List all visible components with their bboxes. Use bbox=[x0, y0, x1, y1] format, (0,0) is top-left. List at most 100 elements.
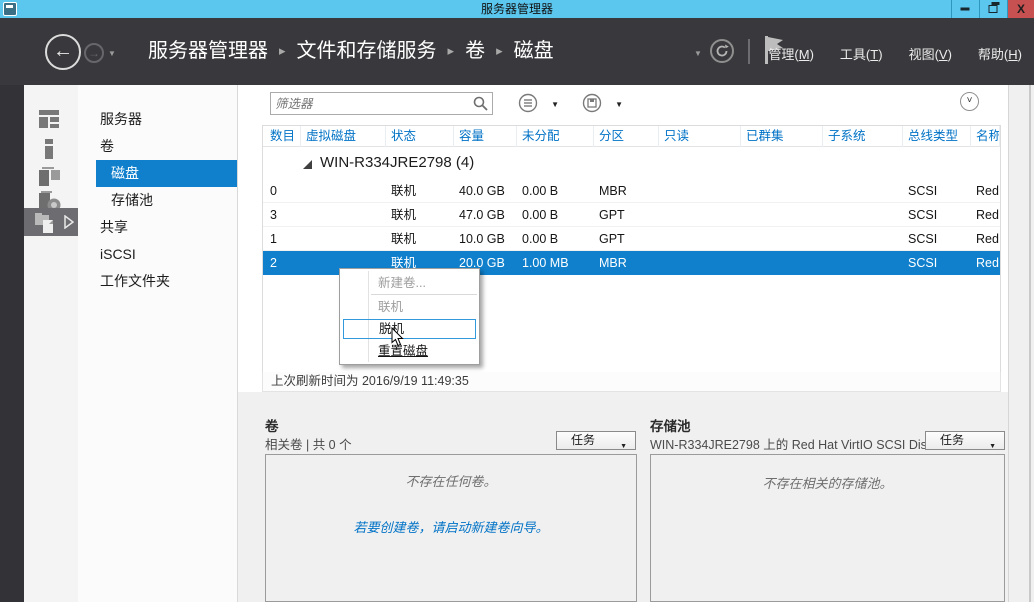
column-header-数目[interactable]: 数目 bbox=[265, 126, 301, 147]
volumes-panel-title: 卷 bbox=[265, 415, 279, 435]
left-dark-strip bbox=[0, 85, 24, 602]
column-header-子系统[interactable]: 子系统 bbox=[823, 126, 903, 147]
title-bar: 服务器管理器 X bbox=[0, 0, 1034, 18]
save-query-button[interactable]: ▼ bbox=[576, 91, 628, 116]
menu-H[interactable]: 帮助(H) bbox=[978, 47, 1022, 62]
cell-分区: GPT bbox=[594, 203, 659, 227]
collapse-pane-button[interactable]: ˅ bbox=[960, 92, 979, 111]
context-menu-separator bbox=[371, 294, 477, 295]
cell-状态: 联机 bbox=[386, 179, 454, 203]
table-header: 数目虚拟磁盘状态容量未分配分区只读已群集子系统总线类型名称 bbox=[263, 126, 1000, 147]
sidebar-item-iSCSI[interactable]: iSCSI bbox=[78, 241, 237, 268]
volumes-tasks-button[interactable]: 任务 ▼ bbox=[556, 431, 636, 450]
icon-sidebar bbox=[24, 85, 78, 602]
file-and-storage-services-icon[interactable] bbox=[24, 208, 78, 236]
sidebar-item-卷[interactable]: 卷 bbox=[78, 133, 237, 160]
window-title: 服务器管理器 bbox=[0, 0, 1034, 18]
cell-容量: 10.0 GB bbox=[454, 227, 517, 251]
cell-未分配: 1.00 MB bbox=[517, 251, 594, 275]
restore-button[interactable] bbox=[979, 0, 1006, 18]
related-panels-section: 卷 相关卷 | 共 0 个 任务 ▼ 不存在任何卷。 若要创建卷，请启动新建卷向… bbox=[238, 392, 1008, 602]
column-header-未分配[interactable]: 未分配 bbox=[517, 126, 594, 147]
sidebar-item-工作文件夹[interactable]: 工作文件夹 bbox=[78, 268, 237, 295]
cell-名称: Red bbox=[971, 227, 1000, 251]
disk-row[interactable]: 3联机47.0 GB0.00 BGPTSCSIRed bbox=[263, 203, 1000, 227]
tasks-label: 任务 bbox=[940, 433, 964, 447]
breadcrumb[interactable]: 服务器管理器▸文件和存储服务▸卷▸磁盘 bbox=[148, 35, 554, 67]
refresh-button[interactable] bbox=[710, 39, 734, 63]
restore-icon bbox=[989, 5, 998, 13]
filter-box bbox=[270, 92, 493, 115]
storage-pools-empty-text: 不存在相关的存储池。 bbox=[651, 473, 1004, 492]
cell-总线类型: SCSI bbox=[903, 251, 971, 275]
navigation-bar: ← → ▼ 服务器管理器▸文件和存储服务▸卷▸磁盘 ▼ 管理(M)工具(T)视图… bbox=[0, 18, 1034, 85]
cell-名称: Red bbox=[971, 179, 1000, 203]
storage-pools-panel-subtitle: WIN-R334JRE2798 上的 Red Hat VirtIO SCSI D… bbox=[650, 434, 932, 453]
group-label: WIN-R334JRE2798 (4) bbox=[320, 148, 474, 178]
expand-collapse-icon[interactable] bbox=[303, 160, 312, 169]
column-header-分区[interactable]: 分区 bbox=[594, 126, 659, 147]
chevron-down-icon: ▼ bbox=[989, 438, 996, 455]
history-dropdown-icon[interactable]: ▼ bbox=[108, 49, 116, 58]
menu-bar: 管理(M) 工具(T) 视图(V) 帮助(H) bbox=[742, 44, 1022, 63]
flyout-arrow-icon bbox=[64, 215, 74, 229]
column-header-状态[interactable]: 状态 bbox=[386, 126, 454, 147]
chevron-down-icon: ▼ bbox=[615, 100, 623, 109]
menu-V[interactable]: 视图(V) bbox=[909, 47, 952, 62]
sidebar-item-服务器[interactable]: 服务器 bbox=[78, 106, 237, 133]
forward-button[interactable]: → bbox=[84, 43, 104, 63]
last-refresh-status: 上次刷新时间为 2016/9/19 11:49:35 bbox=[262, 372, 1001, 392]
back-button[interactable]: ← bbox=[45, 34, 81, 70]
column-header-名称[interactable]: 名称 bbox=[971, 126, 1000, 147]
chevron-down-icon: ▼ bbox=[620, 438, 627, 455]
breadcrumb-segment[interactable]: 文件和存储服务 bbox=[297, 40, 437, 62]
server-manager-window: 服务器管理器 X ← → ▼ 服务器管理器▸文件和存储服务▸卷▸磁盘 ▼ 管理(… bbox=[0, 0, 1034, 602]
volumes-empty-text: 不存在任何卷。 bbox=[266, 471, 636, 490]
cell-总线类型: SCSI bbox=[903, 179, 971, 203]
column-header-虚拟磁盘[interactable]: 虚拟磁盘 bbox=[301, 126, 386, 147]
tasks-label: 任务 bbox=[571, 433, 595, 447]
filter-criteria-button[interactable]: ▼ bbox=[512, 91, 564, 116]
sidebar-item-共享[interactable]: 共享 bbox=[78, 214, 237, 241]
search-icon bbox=[473, 96, 488, 111]
minimize-button[interactable] bbox=[951, 0, 978, 18]
right-scroll-gutter[interactable] bbox=[1008, 85, 1034, 602]
breadcrumb-segment[interactable]: 服务器管理器 bbox=[148, 40, 268, 62]
local-server-icon[interactable] bbox=[24, 135, 78, 163]
cell-分区: MBR bbox=[594, 179, 659, 203]
volumes-empty-box: 不存在任何卷。 若要创建卷，请启动新建卷向导。 bbox=[265, 454, 637, 602]
save-icon bbox=[582, 93, 602, 113]
sidebar-item-磁盘[interactable]: 磁盘 bbox=[96, 160, 237, 187]
disk-row[interactable]: 0联机40.0 GB0.00 BMBRSCSIRed bbox=[263, 179, 1000, 203]
new-volume-wizard-link[interactable]: 若要创建卷，请启动新建卷向导。 bbox=[266, 517, 636, 536]
cell-名称: Red bbox=[971, 251, 1000, 275]
column-header-已群集[interactable]: 已群集 bbox=[741, 126, 823, 147]
server-group-row[interactable]: WIN-R334JRE2798 (4) bbox=[263, 148, 1000, 178]
close-icon: X bbox=[1017, 3, 1025, 15]
menu-M[interactable]: 管理(M) bbox=[768, 47, 814, 62]
storage-pools-tasks-button[interactable]: 任务 ▼ bbox=[925, 431, 1005, 450]
dashboard-icon[interactable] bbox=[24, 105, 78, 133]
column-header-容量[interactable]: 容量 bbox=[454, 126, 517, 147]
context-menu-item-新建卷: 新建卷... bbox=[343, 273, 476, 293]
breadcrumb-dropdown-icon[interactable]: ▼ bbox=[694, 49, 702, 58]
context-menu-item-重置磁盘[interactable]: 重置磁盘 bbox=[343, 341, 476, 361]
cell-未分配: 0.00 B bbox=[517, 179, 594, 203]
menu-T[interactable]: 工具(T) bbox=[840, 47, 883, 62]
context-menu-item-联机: 联机 bbox=[343, 297, 476, 317]
column-header-只读[interactable]: 只读 bbox=[659, 126, 741, 147]
column-header-总线类型[interactable]: 总线类型 bbox=[903, 126, 971, 147]
storage-pools-empty-box: 不存在相关的存储池。 bbox=[650, 454, 1005, 602]
cell-状态: 联机 bbox=[386, 227, 454, 251]
context-menu-item-脱机[interactable]: 脱机 bbox=[343, 319, 476, 339]
breadcrumb-separator-icon: ▸ bbox=[279, 43, 286, 58]
filter-input[interactable] bbox=[275, 95, 465, 112]
sidebar-item-存储池[interactable]: 存储池 bbox=[78, 187, 237, 214]
cell-数目: 2 bbox=[265, 251, 301, 275]
breadcrumb-segment[interactable]: 卷 bbox=[465, 40, 485, 62]
close-button[interactable]: X bbox=[1007, 0, 1034, 18]
cell-数目: 1 bbox=[265, 227, 301, 251]
cell-总线类型: SCSI bbox=[903, 203, 971, 227]
breadcrumb-segment[interactable]: 磁盘 bbox=[514, 40, 554, 62]
disk-row[interactable]: 1联机10.0 GB0.00 BGPTSCSIRed bbox=[263, 227, 1000, 251]
